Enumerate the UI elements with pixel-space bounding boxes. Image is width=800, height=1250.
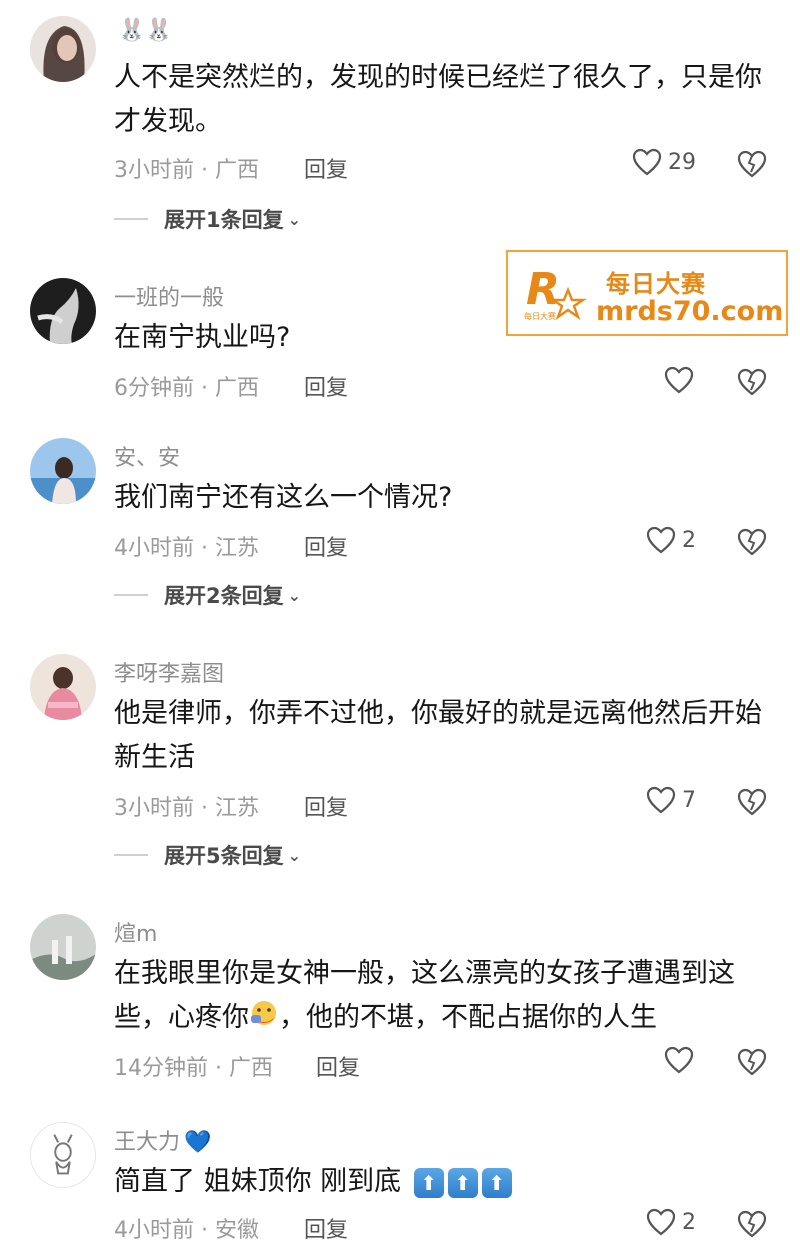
up-arrow-icon: ⬆: [413, 1167, 444, 1198]
reply-button[interactable]: 回复: [304, 530, 348, 562]
like-count: 2: [682, 527, 696, 553]
dislike-button[interactable]: [737, 368, 767, 400]
avatar[interactable]: [30, 438, 96, 504]
avatar[interactable]: [30, 654, 96, 720]
svg-text:R: R: [526, 264, 560, 315]
broken-heart-icon: [737, 1048, 767, 1076]
divider: [114, 218, 148, 220]
broken-heart-icon: [737, 788, 767, 816]
like-button[interactable]: [664, 366, 700, 394]
comment-meta: 14分钟前 · 广西: [114, 1056, 273, 1081]
like-count: 29: [668, 149, 696, 175]
watermark: R 每日大赛 每日大赛 mrds70.com: [506, 250, 788, 336]
reply-button[interactable]: 回复: [316, 1050, 360, 1082]
blue-heart-icon: 💙: [184, 1130, 212, 1155]
heart-outline-icon: [646, 786, 676, 814]
heart-outline-icon: [664, 1046, 694, 1074]
comment-text: 简直了 姐妹顶你 刚到底 ⬆ ⬆ ⬆: [114, 1160, 764, 1204]
comment-meta: 6分钟前 · 广西: [114, 376, 259, 401]
author-name[interactable]: 王大力 💙: [114, 1124, 211, 1156]
like-button[interactable]: 2: [646, 1208, 696, 1236]
author-name[interactable]: 安、安: [114, 440, 180, 472]
like-button[interactable]: 29: [632, 148, 696, 176]
expand-replies-button[interactable]: 展开1条回复 ⌄: [114, 204, 301, 234]
up-arrow-icon: ⬆: [481, 1167, 512, 1198]
avatar[interactable]: [30, 914, 96, 980]
broken-heart-icon: [737, 368, 767, 396]
broken-heart-icon: [737, 1210, 767, 1238]
chevron-down-icon: ⌄: [287, 209, 302, 229]
like-button[interactable]: 2: [646, 526, 696, 554]
divider: [114, 854, 148, 856]
dislike-button[interactable]: [737, 1210, 767, 1242]
like-count: 7: [682, 787, 696, 813]
dislike-button[interactable]: [737, 1048, 767, 1080]
watermark-title: 每日大赛: [606, 270, 706, 298]
dislike-button[interactable]: [737, 528, 767, 560]
avatar[interactable]: [30, 278, 96, 344]
author-name[interactable]: 李呀李嘉图: [114, 656, 224, 688]
reply-button[interactable]: 回复: [304, 152, 348, 184]
comment-text: 他是律师，你弄不过他，你最好的就是远离他然后开始新生活: [114, 698, 762, 773]
avatar[interactable]: [30, 16, 96, 82]
author-name[interactable]: 一班的一般: [114, 280, 224, 312]
author-name[interactable]: 煊m: [114, 916, 157, 948]
heart-outline-icon: [664, 366, 694, 394]
broken-heart-icon: [737, 150, 767, 178]
watermark-logo: R 每日大赛: [522, 264, 592, 330]
broken-heart-icon: [737, 528, 767, 556]
like-button[interactable]: [664, 1046, 700, 1074]
like-button[interactable]: 7: [646, 786, 696, 814]
like-count: 2: [682, 1209, 696, 1235]
author-name[interactable]: 🐰🐰: [114, 18, 173, 43]
heart-outline-icon: [632, 148, 662, 176]
up-arrow-icon: ⬆: [447, 1167, 478, 1198]
heart-outline-icon: [646, 526, 676, 554]
comment-text: 在我眼里你是女神一般，这么漂亮的女孩子遭遇到这些，心疼你 ，他的不堪，不配占据你的…: [114, 952, 764, 1041]
watermark-logo-caption: 每日大赛: [524, 311, 556, 321]
reply-button[interactable]: 回复: [304, 370, 348, 402]
comment-meta: 3小时前 · 广西: [114, 158, 259, 183]
divider: [114, 594, 148, 596]
comment-text: 人不是突然烂的，发现的时候已经烂了很久了，只是你才发现。: [114, 62, 762, 137]
watermark-url: mrds70.com: [596, 296, 784, 327]
hug-emoji-icon: [249, 997, 279, 1041]
expand-replies-button[interactable]: 展开2条回复 ⌄: [114, 580, 301, 610]
rabbit-emoji-icon: 🐰🐰: [118, 18, 173, 43]
avatar[interactable]: [30, 1122, 96, 1188]
comment-meta: 4小时前 · 江苏: [114, 536, 259, 561]
dislike-button[interactable]: [737, 150, 767, 182]
comment-meta: 4小时前 · 安徽: [114, 1218, 259, 1243]
reply-button[interactable]: 回复: [304, 790, 348, 822]
expand-replies-button[interactable]: 展开5条回复 ⌄: [114, 840, 301, 870]
chevron-down-icon: ⌄: [287, 845, 302, 865]
chevron-down-icon: ⌄: [287, 585, 302, 605]
heart-outline-icon: [646, 1208, 676, 1236]
comment-meta: 3小时前 · 江苏: [114, 796, 259, 821]
dislike-button[interactable]: [737, 788, 767, 820]
reply-button[interactable]: 回复: [304, 1212, 348, 1244]
comment-text: 我们南宁还有这么一个情况?: [114, 482, 453, 513]
